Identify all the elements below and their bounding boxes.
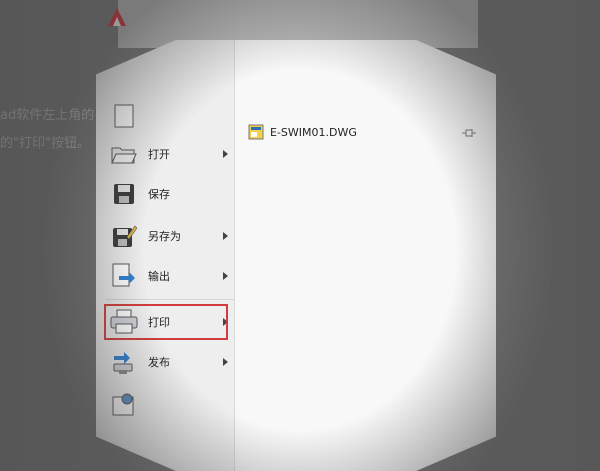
recent-document-name: E-SWIM01.DWG (270, 125, 357, 139)
chevron-right-icon (223, 232, 228, 240)
floppy-disk-icon (108, 178, 140, 210)
dwg-file-icon (248, 124, 264, 140)
menu-item-open[interactable]: 打开 (108, 134, 234, 174)
export-icon (108, 260, 140, 292)
background-text-line-1: ad软件左上角的 (0, 108, 95, 123)
menu-command-list: 打开 保存 另存为 输出 打印 发布 (96, 40, 235, 471)
background-text-line-2: 的"打印"按钮。 (0, 136, 90, 151)
menu-item-export[interactable]: 输出 (108, 256, 234, 296)
autocad-logo-icon[interactable] (106, 6, 128, 28)
menu-item-export-label: 输出 (148, 270, 170, 283)
menu-item-new[interactable] (108, 96, 234, 136)
application-menu: 打开 保存 另存为 输出 打印 发布 E-SWIM01.DWG (96, 40, 496, 471)
chevron-right-icon (223, 272, 228, 280)
new-file-icon (108, 100, 140, 132)
menu-item-open-label: 打开 (148, 148, 170, 161)
print-highlight-box (104, 304, 228, 340)
save-as-icon (108, 220, 140, 252)
menu-separator (106, 299, 234, 300)
menu-item-publish-label: 发布 (148, 356, 170, 369)
recent-document-item[interactable]: E-SWIM01.DWG (248, 124, 357, 140)
menu-item-save-as-label: 另存为 (148, 230, 181, 243)
menu-item-save[interactable]: 保存 (108, 174, 234, 214)
publish-icon (108, 346, 140, 378)
pin-icon[interactable] (462, 128, 476, 138)
menu-item-partial[interactable] (108, 384, 234, 424)
menu-item-save-label: 保存 (148, 188, 170, 201)
folder-open-icon (108, 138, 140, 170)
chevron-right-icon (223, 358, 228, 366)
menu-item-publish[interactable]: 发布 (108, 342, 234, 382)
menu-item-save-as[interactable]: 另存为 (108, 216, 234, 256)
chevron-right-icon (223, 150, 228, 158)
drawing-utilities-icon (108, 388, 140, 420)
recent-documents-panel: E-SWIM01.DWG (235, 40, 496, 471)
